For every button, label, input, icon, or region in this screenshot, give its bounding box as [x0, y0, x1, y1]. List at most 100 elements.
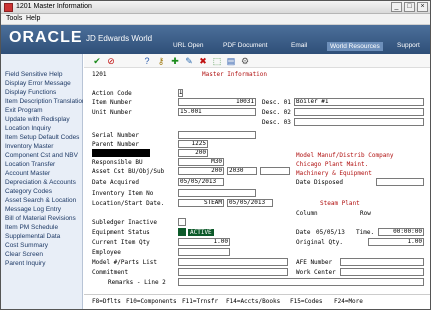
afe-number-label: AFE Number	[296, 259, 333, 266]
status-time-label: Time.	[356, 229, 375, 236]
sidebar-item-display-functions[interactable]: Display Functions	[5, 89, 83, 96]
delete-icon[interactable]: ✖	[198, 56, 208, 66]
unit-number-field[interactable]: 15.001	[178, 108, 256, 116]
date-disposed-field[interactable]	[376, 178, 424, 186]
employee-field[interactable]	[178, 248, 230, 256]
sidebar-item-message-log[interactable]: Message Log Entry	[5, 206, 83, 213]
employee-label: Employee	[92, 249, 121, 256]
status-time-field[interactable]: 00:00:00	[378, 228, 424, 236]
desc02-label: Desc. 02	[262, 109, 291, 116]
sidebar-item-display-error[interactable]: Display Error Message	[5, 80, 83, 87]
help-icon[interactable]: ?	[142, 56, 152, 66]
location-field[interactable]: STEAM	[178, 199, 224, 207]
maximize-button[interactable]: □	[404, 2, 415, 12]
link-url-open[interactable]: URL Open	[173, 42, 203, 49]
add-icon[interactable]: ✚	[170, 56, 180, 66]
work-center-field[interactable]	[340, 268, 424, 276]
sidebar-item-depreciation[interactable]: Depreciation & Accounts	[5, 179, 83, 186]
sidebar-item-description-translation[interactable]: Item Description Translation	[5, 98, 83, 105]
desc02-field[interactable]	[294, 108, 424, 116]
company-field[interactable]: 200	[178, 149, 208, 157]
cancel-icon[interactable]: ⊘	[106, 56, 116, 66]
action-code-field[interactable]: I	[178, 89, 183, 97]
oracle-logo: ORACLE	[9, 29, 83, 46]
sidebar-item-asset-search[interactable]: Asset Search & Location	[5, 197, 83, 204]
sidebar-item-cost-summary[interactable]: Cost Summary	[5, 242, 83, 249]
fkey-codes[interactable]: F15=Codes	[290, 298, 323, 305]
sidebar-item-location-transfer[interactable]: Location Transfer	[5, 161, 83, 168]
commitment-label: Commitment	[92, 269, 129, 276]
minimize-button[interactable]: _	[391, 2, 402, 12]
close-button[interactable]: ×	[417, 2, 428, 12]
clear-icon[interactable]: ⬚	[212, 56, 222, 66]
title-bar: 1201 Master Information _ □ ×	[1, 1, 430, 14]
desc01-field[interactable]: Boiler #1	[294, 98, 424, 106]
app-icon	[4, 3, 13, 12]
start-date-field[interactable]: 05/05/2013	[227, 199, 273, 207]
asset-obj-field[interactable]: 2030	[227, 167, 257, 175]
parent-number-label: Parent Number	[92, 141, 139, 148]
commitment-field[interactable]	[178, 268, 288, 276]
serial-number-label: Serial Number	[92, 132, 139, 139]
asset-sub-field[interactable]	[260, 167, 290, 175]
link-pdf-document[interactable]: PDF Document	[223, 42, 267, 49]
item-number-field[interactable]: 10031	[178, 98, 256, 106]
sidebar-item-bill-of-material[interactable]: Bill of Material Revisions	[5, 215, 83, 222]
sidebar-item-update-redisplay[interactable]: Update with Redisplay	[5, 116, 83, 123]
sidebar-item-setup-default[interactable]: Item Setup Default Codes	[5, 134, 83, 141]
sidebar-item-exit-program[interactable]: Exit Program	[5, 107, 83, 114]
inventory-item-field[interactable]	[178, 189, 256, 197]
model-parts-field[interactable]	[178, 258, 288, 266]
link-support[interactable]: Support	[397, 42, 420, 49]
asset-bu-field[interactable]: 200	[178, 167, 224, 175]
application-window: 1201 Master Information _ □ × Tools Help…	[0, 0, 431, 310]
check-icon[interactable]: ✔	[92, 56, 102, 66]
equipment-status-code[interactable]	[178, 228, 186, 236]
sidebar-item-field-help[interactable]: Field Sensitive Help	[5, 71, 83, 78]
edit-icon[interactable]: ✎	[184, 56, 194, 66]
fkey-transfer[interactable]: F11=Trnsfr	[182, 298, 218, 305]
sidebar-item-location-inquiry[interactable]: Location Inquiry	[5, 125, 83, 132]
sidebar-item-clear-screen[interactable]: Clear Screen	[5, 251, 83, 258]
serial-number-field[interactable]	[178, 131, 256, 139]
sidebar-item-account-master[interactable]: Account Master	[5, 170, 83, 177]
key-icon[interactable]: ⚷	[156, 56, 166, 66]
model-line2: Machinery & Equipment	[296, 170, 372, 177]
link-world-resources[interactable]: World Resources	[327, 42, 383, 51]
sidebar-item-component-cost[interactable]: Component Cst and NBV	[5, 152, 83, 159]
sidebar-item-pm-schedule[interactable]: Item PM Schedule	[5, 224, 83, 231]
responsible-bu-field[interactable]: M30	[178, 158, 224, 166]
subledger-inactive-field[interactable]	[178, 218, 186, 226]
date-acquired-field[interactable]: 05/05/2013	[178, 178, 224, 186]
link-email[interactable]: Email	[291, 42, 307, 49]
model-parts-label: Model #/Parts List	[92, 259, 158, 266]
master-information-form: 1201 Master Information Action Code I It…	[84, 69, 430, 309]
fkey-more[interactable]: F24=More	[334, 298, 363, 305]
sidebar-item-category-codes[interactable]: Category Codes	[5, 188, 83, 195]
fkey-components[interactable]: F10=Components	[126, 298, 177, 305]
notes-icon[interactable]: ▤	[226, 56, 236, 66]
row-label: Row	[360, 210, 371, 217]
sidebar-item-inventory-master[interactable]: Inventory Master	[5, 143, 83, 150]
desc03-field[interactable]	[294, 118, 424, 126]
current-qty-field[interactable]: 1.00	[178, 238, 230, 246]
model-line1: Chicago Plant Maint.	[296, 161, 369, 168]
subledger-inactive-label: Subledger Inactive	[92, 219, 158, 226]
main-panel: ✔ ⊘ ? ⚷ ✚ ✎ ✖ ⬚ ▤ ⚙ 1201 Master Informat…	[84, 54, 430, 309]
fkey-accounts-books[interactable]: F14=Accts/Books	[226, 298, 280, 305]
menu-help[interactable]: Help	[26, 15, 40, 22]
toolbar: ✔ ⊘ ? ⚷ ✚ ✎ ✖ ⬚ ▤ ⚙	[84, 54, 430, 68]
original-qty-field[interactable]: 1.00	[368, 238, 424, 246]
parent-number-field[interactable]: 1225	[178, 140, 208, 148]
original-qty-label: Original Qty.	[296, 239, 343, 246]
menu-tools[interactable]: Tools	[6, 15, 22, 22]
sidebar-item-supplemental-data[interactable]: Supplemental Data	[5, 233, 83, 240]
afe-number-field[interactable]	[340, 258, 424, 266]
remarks-field[interactable]	[178, 278, 424, 286]
sidebar-item-parent-inquiry[interactable]: Parent Inquiry	[5, 260, 83, 267]
item-number-label: Item Number	[92, 99, 132, 106]
tools-icon[interactable]: ⚙	[240, 56, 250, 66]
fkey-defaults[interactable]: F8=Dflts	[92, 298, 121, 305]
responsible-bu-label: Responsible BU	[92, 159, 143, 166]
function-exits-sidebar: Field Sensitive Help Display Error Messa…	[1, 54, 83, 309]
